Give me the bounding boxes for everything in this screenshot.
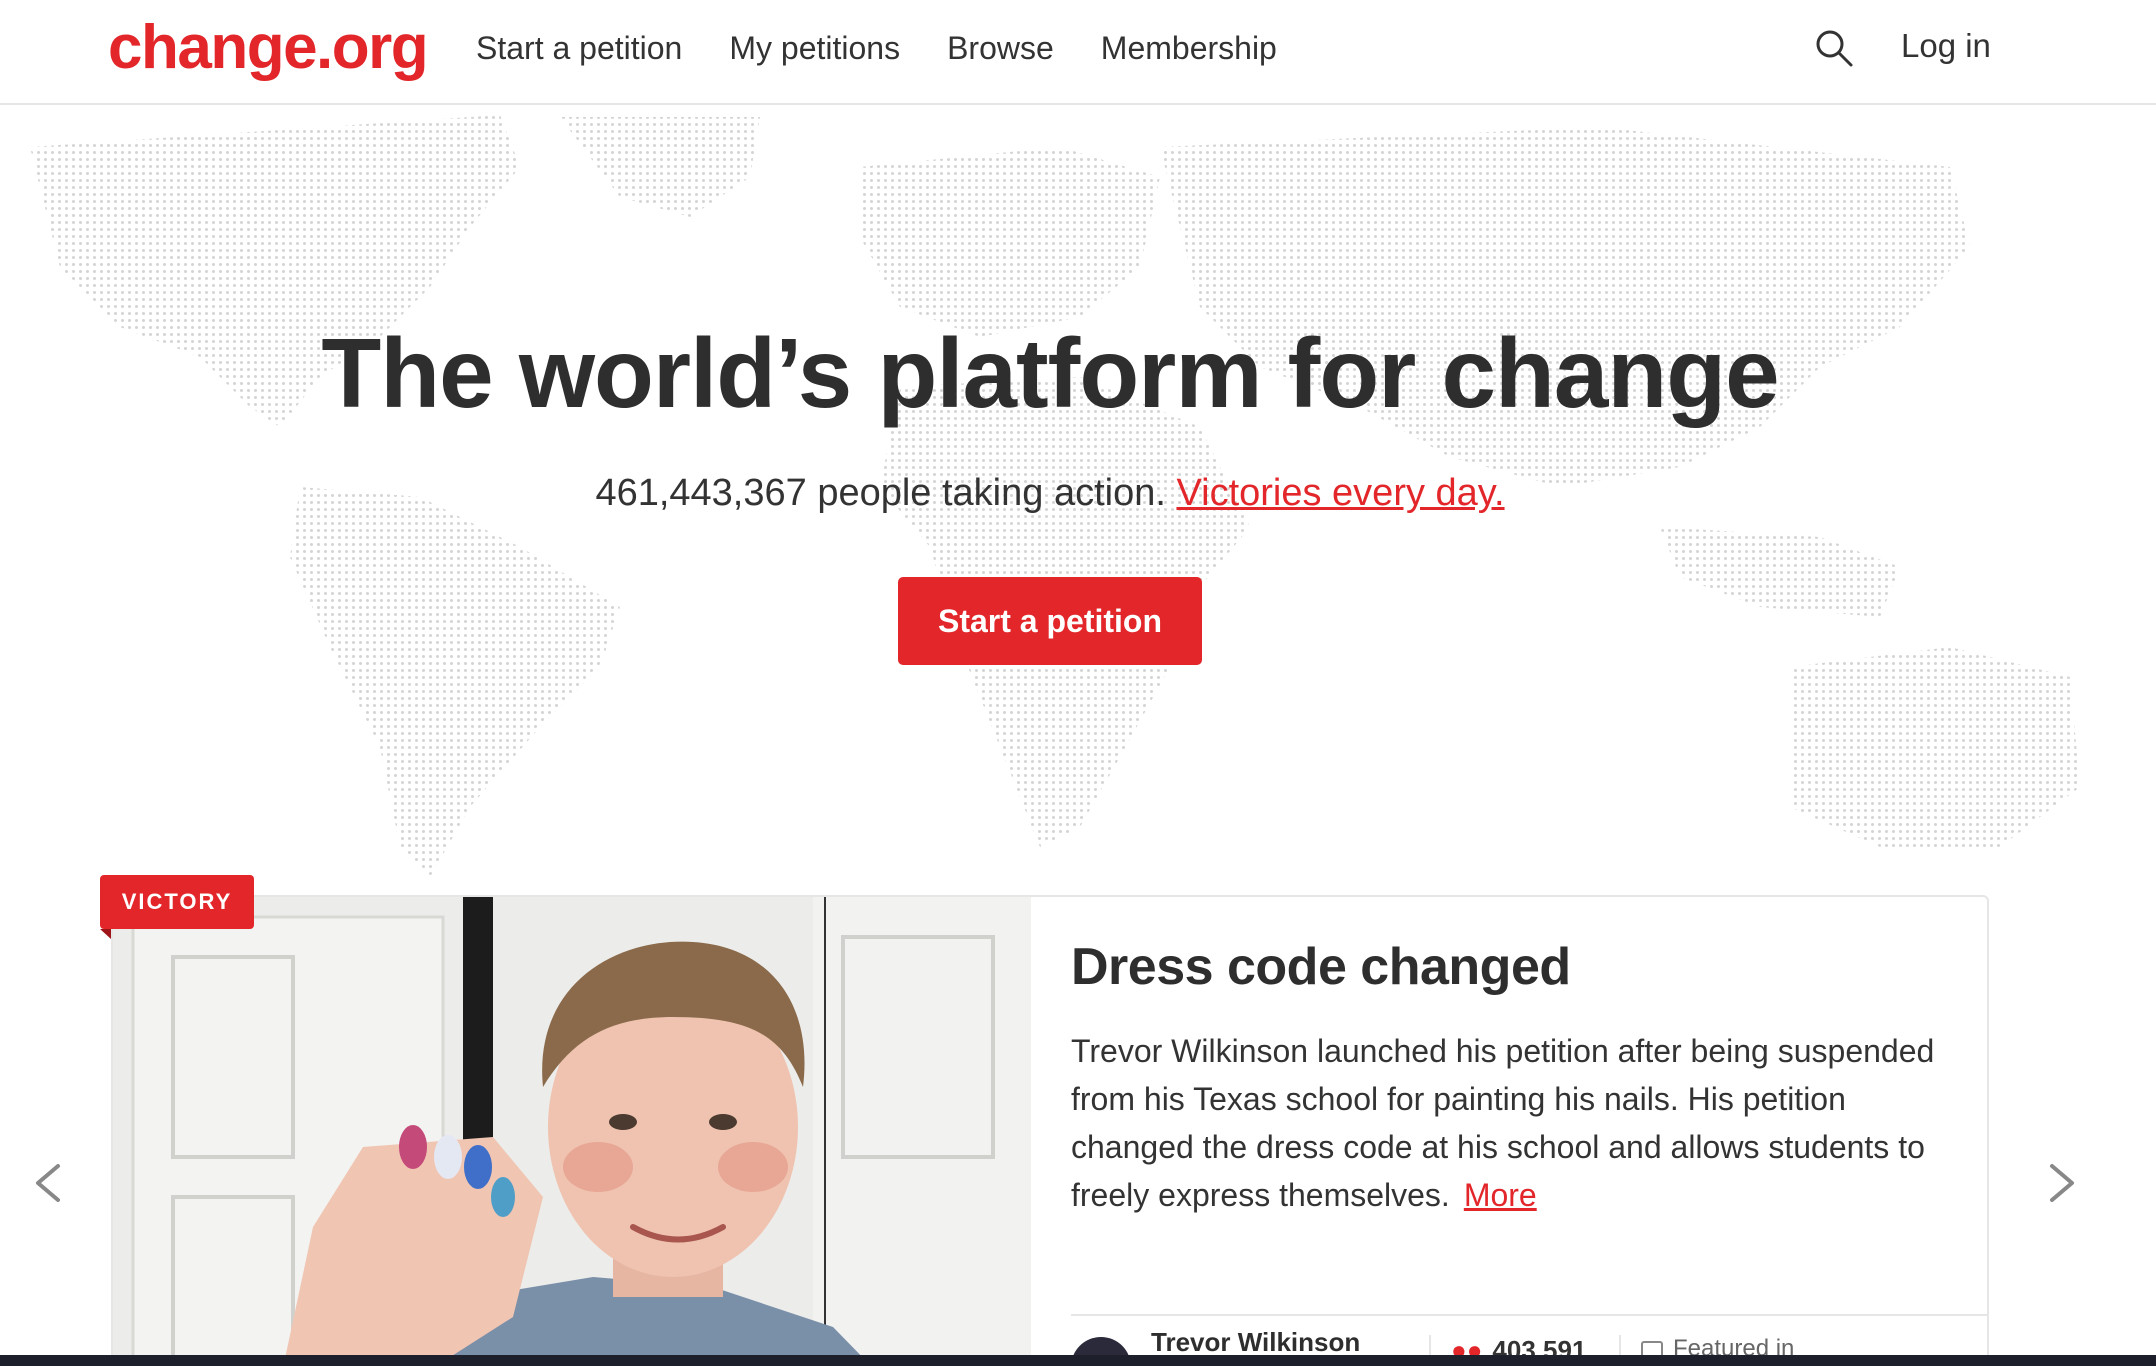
nav-my-petitions[interactable]: My petitions	[729, 30, 900, 67]
search-icon[interactable]	[1814, 28, 1854, 68]
window-bottom-edge	[0, 1355, 2156, 1366]
hero-subtitle: 461,443,367 people taking action. Victor…	[0, 472, 2100, 515]
chevron-left-icon[interactable]	[28, 1160, 68, 1206]
login-link[interactable]: Log in	[1901, 27, 1991, 65]
start-petition-button[interactable]: Start a petition	[898, 577, 1202, 665]
card-description: Trevor Wilkinson launched his petition a…	[1071, 1027, 1951, 1219]
featured-petition-card[interactable]: Dress code changed Trevor Wilkinson laun…	[111, 895, 1989, 1366]
petition-photo	[113, 897, 1031, 1364]
hero-title: The world’s platform for change	[321, 318, 1779, 428]
nav-browse[interactable]: Browse	[947, 30, 1054, 67]
author-name: Trevor Wilkinson	[1151, 1327, 1361, 1357]
main-nav: Start a petition My petitions Browse Mem…	[476, 30, 1324, 67]
victory-badge: VICTORY	[100, 875, 254, 939]
hero: The world’s platform for change 461,443,…	[0, 107, 2156, 887]
hero-sub-text: people taking action.	[806, 472, 1177, 514]
card-content: Dress code changed Trevor Wilkinson laun…	[1071, 937, 1951, 1219]
card-divider	[1071, 1314, 1987, 1316]
victories-link[interactable]: Victories every day.	[1176, 472, 1504, 514]
card-title[interactable]: Dress code changed	[1071, 937, 1951, 997]
nav-membership[interactable]: Membership	[1101, 30, 1277, 67]
more-link[interactable]: More	[1464, 1177, 1537, 1213]
chevron-right-icon[interactable]	[2042, 1160, 2082, 1206]
logo[interactable]: change.org	[108, 12, 429, 83]
nav-start-petition[interactable]: Start a petition	[476, 30, 682, 67]
people-count: 461,443,367	[595, 472, 807, 514]
site-header: change.org Start a petition My petitions…	[0, 0, 2156, 105]
